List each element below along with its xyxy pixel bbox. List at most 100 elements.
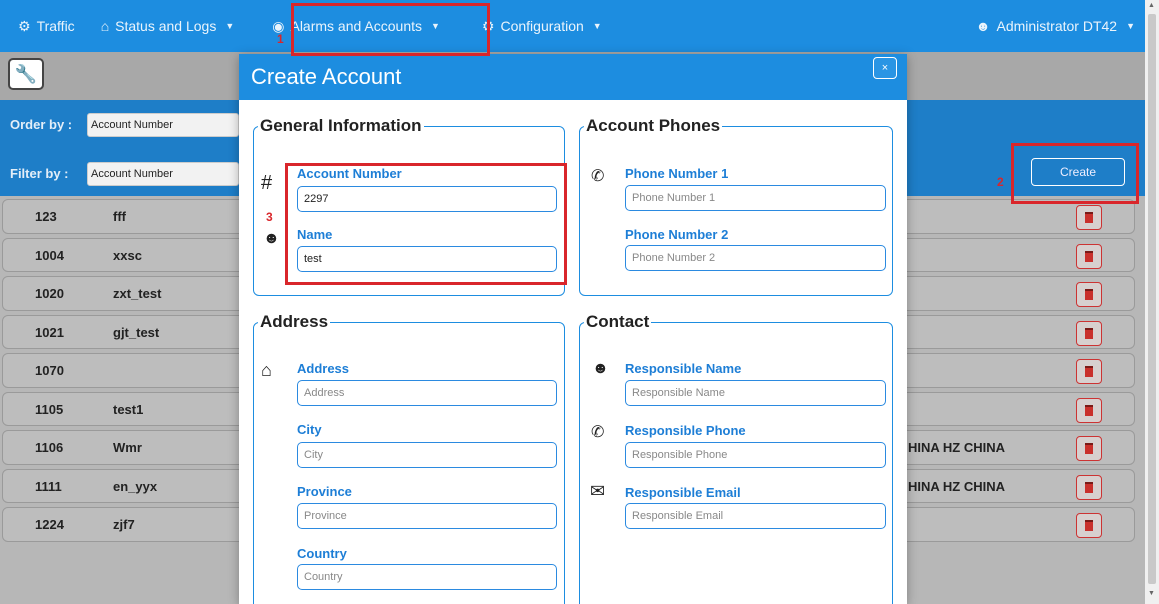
trash-icon <box>1085 212 1093 223</box>
close-button[interactable]: × <box>873 57 897 79</box>
delete-button[interactable] <box>1076 320 1102 346</box>
wifi-icon: ⌂ <box>100 18 110 34</box>
nav-configuration[interactable]: ⚙ Configuration ▼ <box>472 0 612 52</box>
nav-status-logs-label: Status and Logs <box>115 18 217 34</box>
order-by-label: Order by : <box>10 117 73 132</box>
trash-icon <box>1085 250 1093 262</box>
top-navbar: ⚙ Traffic ⌂ Status and Logs ▼ ◉ Alarms a… <box>0 0 1145 52</box>
annotation-box-2 <box>1011 143 1139 204</box>
modal-title: Create Account <box>251 64 402 89</box>
delete-button[interactable] <box>1076 359 1102 384</box>
chevron-down-icon: ▼ <box>1126 21 1135 31</box>
wrench-icon: 🔧 <box>14 63 38 84</box>
trash-icon <box>1085 481 1093 493</box>
wrench-button[interactable]: 🔧 <box>8 58 44 90</box>
account-number: 1111 <box>35 478 62 494</box>
trash-icon <box>1085 443 1093 454</box>
modal-header: Create Account <box>239 54 907 100</box>
delete-button[interactable] <box>1076 397 1102 423</box>
annotation-box-3 <box>285 163 567 285</box>
delete-button[interactable] <box>1076 243 1102 269</box>
account-extra: HINA HZ CHINA <box>908 478 1006 494</box>
account-extra: HINA HZ CHINA <box>908 440 1006 455</box>
account-number: 1106 <box>35 440 64 455</box>
filter-by-label: Filter by : <box>10 166 69 181</box>
account-number: 123 <box>35 209 57 224</box>
city-label: City <box>297 422 322 437</box>
account-name: test1 <box>113 401 144 417</box>
province-input[interactable]: Province <box>297 503 557 529</box>
responsible-email-input[interactable]: Responsible Email <box>625 503 886 529</box>
scroll-down-icon[interactable]: ▼ <box>1148 590 1155 597</box>
nav-traffic-label: Traffic <box>36 18 75 34</box>
trash-icon <box>1085 289 1093 300</box>
account-name: en_yyx <box>113 478 158 494</box>
account-name: xxsc <box>113 247 142 263</box>
user-icon: ☻ <box>975 18 991 34</box>
general-information-legend: General Information <box>260 116 422 135</box>
filter-by-select[interactable]: Account Number <box>87 162 239 186</box>
address-input[interactable]: Address <box>297 380 557 406</box>
country-input[interactable]: Country <box>297 564 557 590</box>
delete-button[interactable] <box>1076 436 1102 461</box>
nav-user-label: Administrator DT42 <box>996 18 1118 34</box>
traffic-light-icon: ⚙ <box>18 17 31 34</box>
scroll-up-icon[interactable]: ▲ <box>1148 2 1155 9</box>
nav-user-menu[interactable]: ☻ Administrator DT42 ▼ <box>966 0 1145 52</box>
account-number: 1004 <box>35 247 64 263</box>
phone1-input[interactable]: Phone Number 1 <box>625 185 886 211</box>
account-name: gjt_test <box>113 324 160 340</box>
account-name: zjf7 <box>113 517 135 532</box>
create-account-modal: Create Account × General Information # A… <box>239 54 907 604</box>
order-by-select[interactable]: Account Number <box>87 113 239 137</box>
responsible-email-label: Responsible Email <box>625 485 741 500</box>
account-number: 1070 <box>35 363 64 378</box>
chevron-down-icon: ▼ <box>592 21 602 31</box>
country-label: Country <box>297 546 347 561</box>
trash-icon <box>1085 366 1093 377</box>
phone2-input[interactable]: Phone Number 2 <box>625 245 886 271</box>
annotation-box-1 <box>291 3 490 56</box>
delete-button[interactable] <box>1076 474 1102 500</box>
account-name: zxt_test <box>113 286 162 301</box>
account-number: 1020 <box>35 286 64 301</box>
hash-icon: # <box>261 172 273 194</box>
page-scrollbar[interactable]: ▲ ▼ <box>1145 0 1159 604</box>
responsible-phone-label: Responsible Phone <box>625 423 746 438</box>
contact-legend: Contact <box>586 312 650 331</box>
phone-icon: ✆ <box>591 424 605 441</box>
annotation-number-3: 3 <box>266 210 273 224</box>
annotation-number-2: 2 <box>997 175 1004 189</box>
trash-icon <box>1085 520 1093 531</box>
account-number: 1021 <box>35 324 64 340</box>
account-number: 1105 <box>35 401 64 417</box>
account-name: Wmr <box>113 440 142 455</box>
responsible-name-label: Responsible Name <box>625 361 742 376</box>
province-label: Province <box>297 484 352 499</box>
trash-icon <box>1085 327 1093 339</box>
envelope-icon: ✉ <box>590 481 606 501</box>
nav-configuration-label: Configuration <box>500 18 584 34</box>
scroll-thumb[interactable] <box>1148 14 1156 584</box>
nav-status-logs[interactable]: ⌂ Status and Logs ▼ <box>91 0 245 52</box>
chevron-down-icon: ▼ <box>225 21 235 31</box>
address-label: Address <box>297 361 350 376</box>
city-input[interactable]: City <box>297 442 557 468</box>
delete-button[interactable] <box>1076 205 1102 230</box>
user-icon: ☻ <box>263 230 280 247</box>
phone2-label: Phone Number 2 <box>625 227 729 242</box>
phone1-label: Phone Number 1 <box>625 166 729 181</box>
phone-icon: ✆ <box>591 168 605 185</box>
trash-icon <box>1085 404 1093 416</box>
responsible-phone-input[interactable]: Responsible Phone <box>625 442 886 468</box>
account-phones-legend: Account Phones <box>586 116 721 135</box>
account-name: fff <box>113 209 126 224</box>
address-legend: Address <box>260 312 329 331</box>
account-number: 1224 <box>35 517 64 532</box>
responsible-name-input[interactable]: Responsible Name <box>625 380 886 406</box>
delete-button[interactable] <box>1076 282 1102 307</box>
user-icon: ☻ <box>592 360 609 377</box>
delete-button[interactable] <box>1076 513 1102 538</box>
annotation-number-1: 1 <box>277 32 284 46</box>
nav-traffic[interactable]: ⚙ Traffic <box>0 0 85 52</box>
